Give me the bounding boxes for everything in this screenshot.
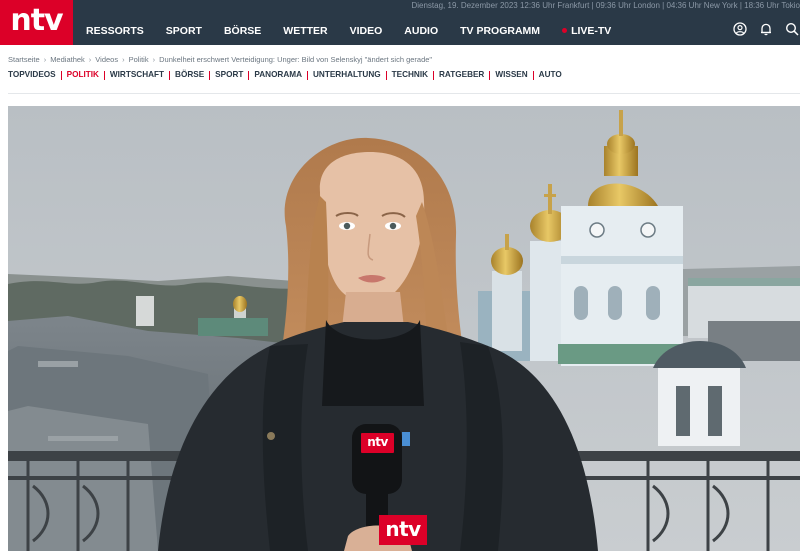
- main-nav: RESSORTS SPORT BÖRSE WETTER VIDEO AUDIO …: [86, 23, 633, 39]
- mic-flag-logo: ntv: [361, 433, 394, 453]
- bell-icon[interactable]: [758, 21, 774, 37]
- nav-item-video[interactable]: VIDEO: [350, 23, 383, 39]
- section-auto[interactable]: AUTO: [539, 69, 562, 81]
- chevron-right-icon: ›: [88, 54, 92, 64]
- section-technik[interactable]: TECHNIK: [392, 69, 428, 81]
- section-unterhaltung[interactable]: UNTERHALTUNG: [313, 69, 381, 81]
- section-divider: [489, 70, 491, 80]
- search-icon[interactable]: [784, 21, 800, 37]
- top-navigation-bar: ntv Dienstag, 19. Dezember 2023 12:36 Uh…: [0, 0, 800, 45]
- breadcrumb-mediathek[interactable]: Mediathek: [50, 55, 85, 64]
- section-divider: [169, 70, 171, 80]
- user-icon[interactable]: [732, 21, 748, 37]
- breadcrumb-startseite[interactable]: Startseite: [8, 55, 40, 64]
- ntv-watermark-logo: ntv: [379, 515, 427, 545]
- mic-flag-text: ntv: [367, 435, 388, 449]
- chevron-right-icon: ›: [122, 54, 125, 64]
- live-dot-icon: [562, 27, 568, 33]
- chevron-right-icon: ›: [152, 54, 156, 64]
- ntv-logo[interactable]: ntv: [0, 0, 73, 45]
- section-sport[interactable]: SPORT: [215, 69, 243, 81]
- video-frame-image: [8, 106, 800, 551]
- nav-item-ressorts[interactable]: RESSORTS: [86, 23, 144, 39]
- section-nav: TOPVIDEOS POLITIK WIRTSCHAFT BÖRSE SPORT…: [8, 69, 562, 81]
- nav-item-live-tv[interactable]: LIVE-TV: [562, 23, 611, 39]
- watermark-text: ntv: [385, 516, 421, 541]
- section-boerse[interactable]: BÖRSE: [175, 69, 204, 81]
- video-player[interactable]: ntv ntv: [8, 106, 800, 551]
- section-politik[interactable]: POLITIK: [67, 69, 99, 81]
- breadcrumb: Startseite › Mediathek › Videos › Politi…: [8, 53, 432, 65]
- chevron-right-icon: ›: [43, 54, 47, 64]
- nav-item-boerse[interactable]: BÖRSE: [224, 23, 261, 39]
- nav-item-audio[interactable]: AUDIO: [404, 23, 438, 39]
- section-divider: [532, 70, 534, 80]
- section-divider: [307, 70, 308, 80]
- divider-line: [8, 93, 800, 94]
- nav-item-tv-programm[interactable]: TV PROGRAMM: [460, 23, 540, 39]
- date-time-line: Dienstag, 19. Dezember 2023 12:36 Uhr Fr…: [411, 1, 800, 10]
- nav-item-sport[interactable]: SPORT: [166, 23, 202, 39]
- section-divider: [103, 70, 105, 80]
- section-divider: [60, 70, 62, 80]
- breadcrumb-current-page: Dunkelheit erschwert Verteidigung: Unger…: [159, 54, 433, 64]
- section-wirtschaft[interactable]: WIRTSCHAFT: [110, 69, 164, 81]
- nav-item-wetter[interactable]: WETTER: [283, 23, 327, 39]
- live-tv-label: LIVE-TV: [571, 25, 612, 37]
- section-panorama[interactable]: PANORAMA: [254, 69, 302, 81]
- section-divider: [433, 70, 435, 80]
- section-topvideos[interactable]: TOPVIDEOS: [8, 69, 56, 81]
- breadcrumb-politik[interactable]: Politik: [129, 55, 149, 64]
- section-divider: [209, 70, 211, 80]
- section-divider: [248, 70, 250, 80]
- logo-text: ntv: [10, 2, 63, 38]
- section-wissen[interactable]: WISSEN: [495, 69, 527, 81]
- breadcrumb-videos[interactable]: Videos: [95, 55, 118, 64]
- section-ratgeber[interactable]: RATGEBER: [439, 69, 484, 81]
- section-divider: [385, 70, 387, 80]
- header-icons: [722, 21, 800, 37]
